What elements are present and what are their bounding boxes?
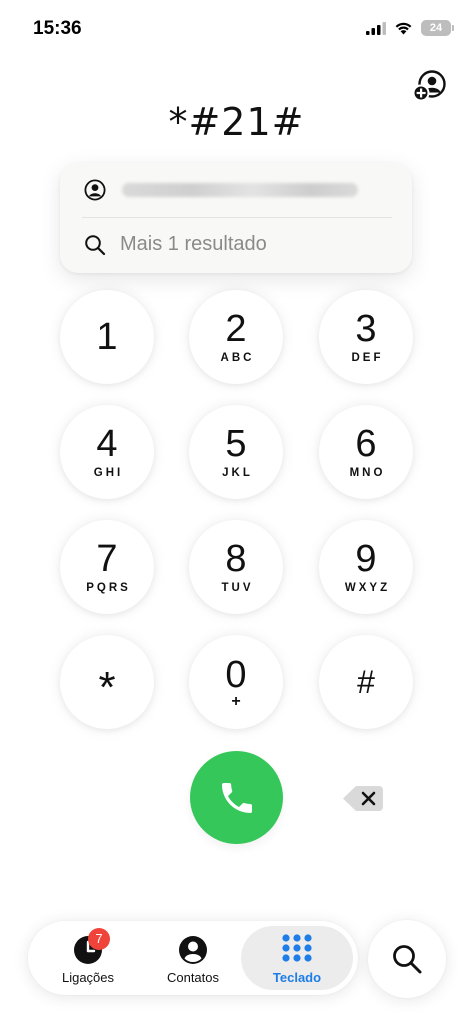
tab-icon-wrap (281, 934, 313, 966)
tab-label: Contatos (166, 970, 220, 985)
key-letters: ABC (220, 352, 255, 364)
key-7[interactable]: 7 PQRS (60, 520, 154, 614)
suggestions-card: Mais 1 resultado (60, 163, 412, 273)
add-contact-button[interactable] (412, 70, 448, 102)
tab-icon-wrap (178, 934, 208, 966)
key-letters: JKL (222, 467, 253, 479)
key-2[interactable]: 2 ABC (189, 290, 283, 384)
tab-bar: 7 Ligações Contatos Teclado (28, 921, 358, 995)
phone-handset-icon (221, 782, 252, 813)
contact-name-redacted (122, 183, 358, 197)
tab-icon-wrap: 7 (73, 928, 110, 966)
more-results-row[interactable]: Mais 1 resultado (84, 233, 267, 256)
key-letters: TUV (221, 582, 254, 594)
key-9[interactable]: 9 WXYZ (319, 520, 413, 614)
key-3[interactable]: 3 DEF (319, 290, 413, 384)
key-letters: WXYZ (344, 582, 391, 594)
key-digit: 4 (96, 423, 118, 465)
key-1[interactable]: 1 (60, 290, 154, 384)
key-digit: 2 (225, 308, 247, 350)
dialed-number: *#21# (168, 100, 305, 144)
key-star[interactable]: * (60, 635, 154, 729)
key-digit: 7 (96, 538, 118, 580)
more-results-label: Mais 1 resultado (120, 233, 267, 255)
key-digit: 5 (225, 423, 247, 465)
person-circle-icon (84, 179, 106, 201)
key-digit: 6 (355, 423, 377, 465)
battery-level: 24 (429, 22, 443, 34)
key-digit: # (357, 664, 375, 700)
tab-teclado[interactable]: Teclado (241, 926, 353, 990)
tab-contatos[interactable]: Contatos (137, 926, 249, 990)
person-circle-icon (179, 936, 207, 964)
tab-label: Teclado (272, 970, 322, 985)
tab-label: Ligações (61, 970, 115, 985)
key-digit: * (98, 663, 116, 712)
key-5[interactable]: 5 JKL (189, 405, 283, 499)
divider (82, 217, 392, 218)
delete-backspace-icon (343, 786, 383, 811)
key-4[interactable]: 4 GHI (60, 405, 154, 499)
key-letters: GHI (93, 467, 124, 479)
wifi-icon (395, 22, 412, 35)
keypad-grid-icon (282, 934, 312, 962)
cellular-signal-icon (366, 21, 386, 35)
key-0[interactable]: 0 + (189, 635, 283, 729)
key-8[interactable]: 8 TUV (189, 520, 283, 614)
key-digit: 0 (225, 653, 247, 696)
delete-button[interactable] (342, 785, 384, 812)
key-digit: 9 (355, 538, 377, 580)
magnifier-icon (85, 234, 106, 255)
status-indicators: 24 (366, 20, 454, 36)
call-button[interactable] (190, 751, 283, 844)
key-hash[interactable]: # (319, 635, 413, 729)
key-letters: MNO (349, 467, 386, 479)
key-letters: + (231, 692, 241, 710)
key-digit: 1 (96, 316, 118, 358)
search-button[interactable] (368, 920, 446, 998)
add-contact-icon (412, 70, 446, 102)
key-letters: DEF (351, 352, 384, 364)
key-digit: 3 (355, 308, 377, 350)
magnifier-icon (393, 945, 422, 974)
keypad: 1 2 ABC 3 DEF 4 GHI 5 JKL 6 MNO 7 PQRS 8… (60, 290, 413, 730)
missed-calls-badge: 7 (88, 928, 110, 950)
contact-suggestion[interactable] (84, 179, 358, 201)
tab-ligacoes[interactable]: 7 Ligações (32, 926, 144, 990)
status-time: 15:36 (33, 18, 82, 39)
battery-icon: 24 (421, 20, 454, 36)
key-6[interactable]: 6 MNO (319, 405, 413, 499)
key-letters: PQRS (86, 582, 131, 594)
key-digit: 8 (225, 538, 247, 580)
status-bar: 15:36 24 (0, 0, 473, 56)
